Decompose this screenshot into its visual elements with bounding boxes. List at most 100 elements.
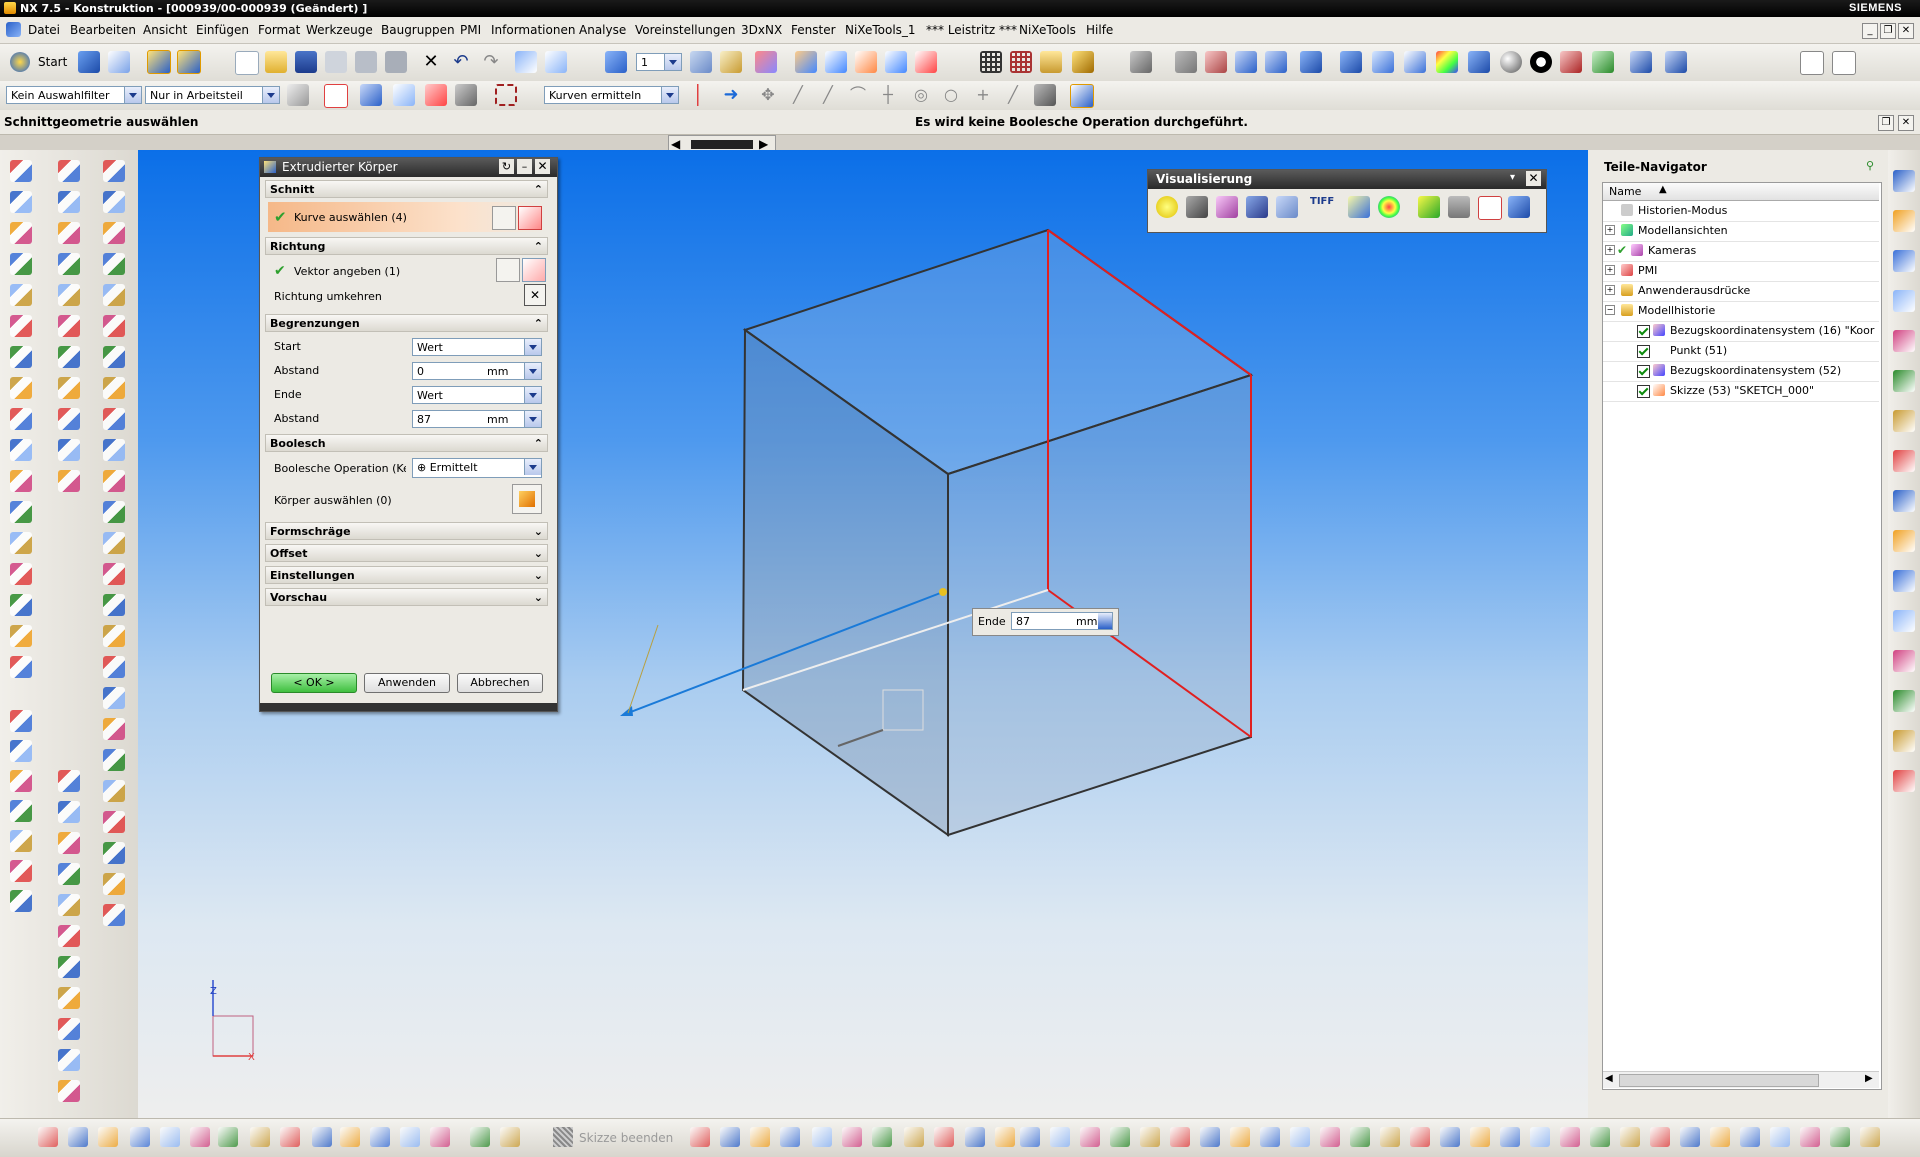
assembly-tool-icon[interactable] — [58, 1018, 80, 1040]
curve-select-icon[interactable] — [518, 206, 542, 230]
snap-intersect-icon[interactable] — [915, 51, 937, 73]
feature-tool-icon[interactable] — [58, 470, 80, 492]
wcs-icon[interactable] — [755, 51, 777, 73]
vector-type-icon[interactable] — [522, 258, 546, 282]
sketch-tool-icon[interactable] — [10, 625, 32, 647]
undo-icon[interactable]: ↶ — [450, 51, 472, 73]
sketch-bottom-tool-icon[interactable] — [1560, 1127, 1580, 1147]
boolean-select[interactable]: ⊕ Ermittelt — [412, 458, 542, 478]
design-tool-icon[interactable] — [103, 408, 125, 430]
cut-icon[interactable] — [325, 51, 347, 73]
grid-icon[interactable] — [980, 51, 1002, 73]
sketch-bottom-tool-icon[interactable] — [370, 1127, 390, 1147]
camera-icon[interactable] — [1186, 196, 1208, 218]
sketch-bottom-tool-icon[interactable] — [250, 1127, 270, 1147]
sketch-bottom-tool-icon[interactable] — [995, 1127, 1015, 1147]
sketch-tool-icon[interactable] — [10, 377, 32, 399]
close-dialog-icon[interactable]: ✕ — [535, 159, 550, 174]
chevron-down-icon[interactable] — [524, 387, 541, 403]
sketch-tool-icon[interactable] — [10, 501, 32, 523]
menu-item-informationen[interactable]: Informationen — [491, 23, 575, 37]
sketch-bottom-tool-icon[interactable] — [934, 1127, 954, 1147]
visibility-checkbox[interactable] — [1637, 345, 1650, 358]
assembly-tool-icon[interactable] — [58, 894, 80, 916]
sketch-bottom-tool-icon[interactable] — [38, 1127, 58, 1147]
chevron-up-icon[interactable]: ⌃ — [534, 315, 543, 333]
status-restore-button[interactable]: ❐ — [1878, 115, 1894, 131]
move-icon[interactable] — [545, 51, 567, 73]
menu-item-hilfe[interactable]: Hilfe — [1086, 23, 1113, 37]
sketch-bottom-tool-icon[interactable] — [1440, 1127, 1460, 1147]
start-icon[interactable] — [10, 52, 30, 72]
expand-icon[interactable]: + — [1605, 225, 1615, 235]
sketch-bottom-tool-icon[interactable] — [1050, 1127, 1070, 1147]
studio-icon[interactable] — [1216, 196, 1238, 218]
onscreen-end-field[interactable]: 87 mm — [1011, 612, 1113, 630]
assembly-tool-icon[interactable] — [58, 1080, 80, 1102]
menu-item-format[interactable]: Format — [258, 23, 300, 37]
chevron-down-icon[interactable] — [524, 339, 541, 355]
chevron-down-icon[interactable] — [124, 87, 141, 103]
tree-row[interactable]: + PMI — [1603, 261, 1879, 282]
pin-icon[interactable]: ⚲ — [1866, 159, 1874, 172]
circle-icon[interactable]: ○ — [940, 84, 962, 106]
start-distance-field[interactable]: 0 mm — [412, 362, 542, 380]
sketch-section-icon[interactable] — [492, 206, 516, 230]
sketch-bottom-tool-icon[interactable] — [190, 1127, 210, 1147]
nx-menu-icon[interactable] — [6, 22, 21, 37]
resource-tab-icon[interactable] — [1893, 450, 1915, 472]
tangent-icon[interactable]: ┼ — [877, 84, 899, 106]
zoom-area-icon[interactable] — [1235, 51, 1257, 73]
sketch-bottom-tool-icon[interactable] — [218, 1127, 238, 1147]
sketch-bottom-tool-icon[interactable] — [1350, 1127, 1370, 1147]
new-file-icon[interactable] — [235, 51, 259, 75]
chevron-down-icon[interactable] — [524, 459, 541, 475]
grid-snap-icon[interactable] — [1010, 51, 1032, 73]
sketch-tool-icon[interactable] — [10, 191, 32, 213]
curve-edit-tool-icon[interactable] — [10, 740, 32, 762]
layer-settings-icon[interactable] — [605, 51, 627, 73]
sketch-tool-icon[interactable] — [10, 315, 32, 337]
redo-icon[interactable]: ↷ — [480, 51, 502, 73]
sketch-bottom-tool-icon[interactable] — [1800, 1127, 1820, 1147]
line-icon[interactable]: ╱ — [787, 84, 809, 106]
design-tool-icon[interactable] — [103, 532, 125, 554]
dialog-header[interactable]: Extrudierter Körper ↻ – ✕ — [260, 158, 557, 177]
menu-item-analyse[interactable]: Analyse — [579, 23, 626, 37]
tree-row[interactable]: + Modellansichten — [1603, 221, 1879, 242]
type-filter-select[interactable]: Kein Auswahlfilter — [6, 86, 142, 104]
scroll-thumb[interactable] — [691, 140, 753, 149]
design-tool-icon[interactable] — [103, 315, 125, 337]
design-tool-icon[interactable] — [103, 625, 125, 647]
sketch-bottom-tool-icon[interactable] — [872, 1127, 892, 1147]
shaded-box-icon[interactable] — [1508, 196, 1530, 218]
sketch-tool-icon[interactable] — [10, 346, 32, 368]
tree-row[interactable]: Historien-Modus — [1603, 201, 1879, 222]
copy-icon[interactable] — [355, 51, 377, 73]
sketch-bottom-tool-icon[interactable] — [1770, 1127, 1790, 1147]
filter-reset-icon[interactable] — [287, 84, 309, 106]
feature-tool-icon[interactable] — [58, 191, 80, 213]
snap-mid-icon[interactable] — [855, 51, 877, 73]
resource-tab-icon[interactable] — [1893, 250, 1915, 272]
sketch-bottom-tool-icon[interactable] — [720, 1127, 740, 1147]
section-richtung[interactable]: Richtung ⌃ — [265, 237, 548, 255]
paint-icon[interactable] — [108, 51, 130, 73]
sketch-bottom-tool-icon[interactable] — [812, 1127, 832, 1147]
design-tool-icon[interactable] — [103, 749, 125, 771]
view-orient-icon[interactable] — [1130, 51, 1152, 73]
point-on-face-icon[interactable] — [1034, 84, 1056, 106]
feature-tool-icon[interactable] — [58, 160, 80, 182]
chevron-down-icon[interactable] — [262, 87, 279, 103]
tree-row[interactable]: + ✔ Kameras — [1603, 241, 1879, 262]
feature-tool-icon[interactable] — [58, 284, 80, 306]
design-tool-icon[interactable] — [103, 501, 125, 523]
delete-icon[interactable]: ✕ — [420, 51, 442, 73]
select-face-icon[interactable] — [393, 84, 415, 106]
feature-tool-icon[interactable] — [58, 408, 80, 430]
resource-tab-icon[interactable] — [1893, 210, 1915, 232]
close-visualization-icon[interactable]: ✕ — [1526, 171, 1541, 186]
section-formschraege[interactable]: Formschräge ⌄ — [265, 522, 548, 540]
status-close-button[interactable]: ✕ — [1898, 115, 1914, 131]
finish-sketch-button[interactable]: Skizze beenden — [579, 1131, 673, 1145]
